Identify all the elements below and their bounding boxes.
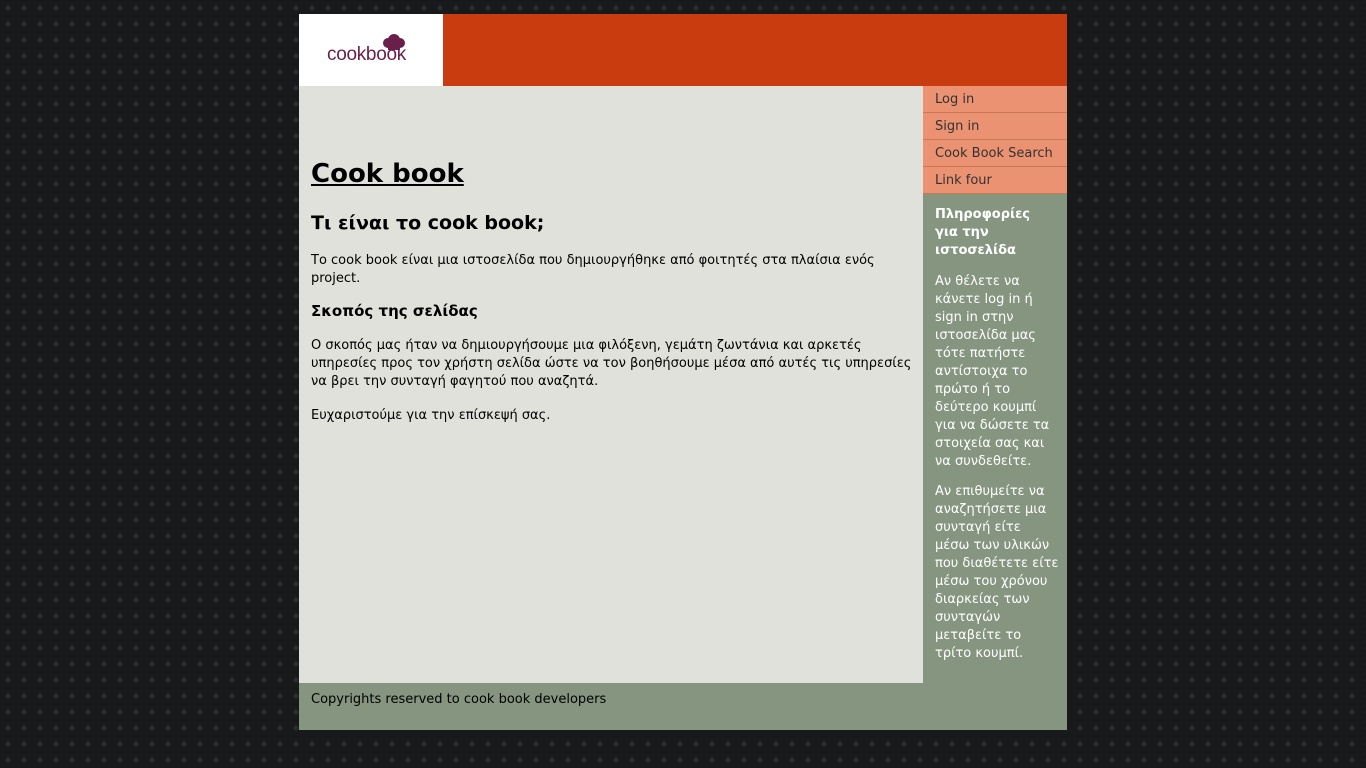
chef-hat-icon — [383, 34, 405, 50]
sidebar: Log in Sign in Cook Book Search Link fou… — [923, 86, 1067, 683]
section-heading-about: Τι είναι το cook book; — [311, 212, 545, 234]
nav-item-sign-in[interactable]: Sign in — [923, 113, 1067, 140]
footer: Copyrights reserved to cook book develop… — [299, 683, 1067, 730]
logo-area[interactable]: cookbook — [299, 14, 443, 86]
nav-item-log-in[interactable]: Log in — [923, 86, 1067, 113]
thanks-paragraph: Ευχαριστούμε για την επίσκεψή σας. — [311, 408, 551, 423]
page-container: cookbook Cook book Τι είναι το cook book… — [299, 14, 1067, 730]
sidebar-title: Πληροφορίες για την ιστοσελίδα — [935, 207, 1031, 258]
sidebar-paragraph-login: Αν θέλετε να κάνετε log in ή sign in στη… — [935, 274, 1050, 469]
page-title[interactable]: Cook book — [311, 158, 464, 190]
nav-item-link-four[interactable]: Link four — [923, 167, 1067, 194]
nav-item-cook-book-search[interactable]: Cook Book Search — [923, 140, 1067, 167]
intro-paragraph: Το cook book είναι μια ιστοσελίδα που δη… — [311, 253, 875, 286]
header-banner: cookbook — [299, 14, 1067, 86]
main-content: Cook book Τι είναι το cook book; Το cook… — [299, 86, 923, 683]
sidebar-paragraph-search: Αν επιθυμείτε να αναζητήσετε μια συνταγή… — [935, 484, 1059, 661]
cookbook-logo[interactable]: cookbook — [327, 34, 417, 70]
purpose-paragraph: Ο σκοπός μας ήταν να δημιουργήσουμε μια … — [311, 338, 912, 389]
section-heading-purpose: Σκοπός της σελίδας — [311, 302, 478, 320]
nav-item-label: Link four — [935, 173, 992, 188]
nav-item-label: Cook Book Search — [935, 146, 1053, 161]
nav-item-label: Sign in — [935, 119, 980, 134]
footer-copyright: Copyrights reserved to cook book develop… — [311, 692, 607, 707]
nav-item-label: Log in — [935, 92, 975, 107]
